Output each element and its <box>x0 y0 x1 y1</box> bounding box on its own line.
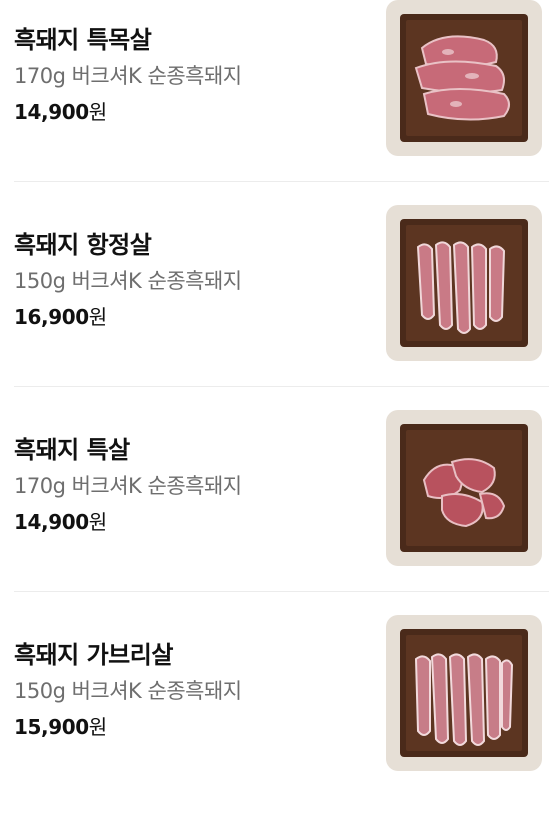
product-description: 170g 버크셔K 순종흑돼지 <box>14 474 242 498</box>
product-item[interactable]: 흑돼지 특목살 170g 버크셔K 순종흑돼지 14,900원 <box>0 0 549 205</box>
product-name: 흑돼지 항정살 <box>14 231 152 259</box>
product-item[interactable]: 흑돼지 항정살 150g 버크셔K 순종흑돼지 16,900원 <box>0 205 549 410</box>
product-price: 14,900원 <box>14 504 364 542</box>
product-info: 흑돼지 항정살 150g 버크셔K 순종흑돼지 16,900원 <box>14 227 364 337</box>
product-name: 흑돼지 특목살 <box>14 26 152 54</box>
divider <box>14 181 549 182</box>
product-description: 150g 버크셔K 순종흑돼지 <box>14 679 242 703</box>
product-price: 14,900원 <box>14 94 364 132</box>
product-info: 흑돼지 특살 170g 버크셔K 순종흑돼지 14,900원 <box>14 432 364 542</box>
price-unit: 원 <box>88 715 108 739</box>
product-info: 흑돼지 가브리살 150g 버크셔K 순종흑돼지 15,900원 <box>14 637 364 747</box>
price-unit: 원 <box>88 100 108 124</box>
product-image[interactable] <box>386 205 542 361</box>
price-amount: 14,900 <box>14 100 89 124</box>
product-price: 15,900원 <box>14 709 364 747</box>
price-unit: 원 <box>88 305 108 329</box>
product-description: 150g 버크셔K 순종흑돼지 <box>14 269 242 293</box>
divider <box>14 386 549 387</box>
divider <box>14 591 549 592</box>
product-name: 흑돼지 가브리살 <box>14 641 173 669</box>
price-unit: 원 <box>88 510 108 534</box>
product-item[interactable]: 흑돼지 특살 170g 버크셔K 순종흑돼지 14,900원 <box>0 410 549 615</box>
price-amount: 16,900 <box>14 305 89 329</box>
product-price: 16,900원 <box>14 299 364 337</box>
product-image[interactable] <box>386 410 542 566</box>
product-list: 흑돼지 특목살 170g 버크셔K 순종흑돼지 14,900원 흑돼지 항정살 … <box>0 0 549 774</box>
product-description: 170g 버크셔K 순종흑돼지 <box>14 64 242 88</box>
product-info: 흑돼지 특목살 170g 버크셔K 순종흑돼지 14,900원 <box>14 22 364 132</box>
product-name: 흑돼지 특살 <box>14 436 130 464</box>
price-amount: 15,900 <box>14 715 89 739</box>
price-amount: 14,900 <box>14 510 89 534</box>
product-image[interactable] <box>386 615 542 771</box>
product-image[interactable] <box>386 0 542 156</box>
product-item[interactable]: 흑돼지 가브리살 150g 버크셔K 순종흑돼지 15,900원 <box>0 615 549 820</box>
